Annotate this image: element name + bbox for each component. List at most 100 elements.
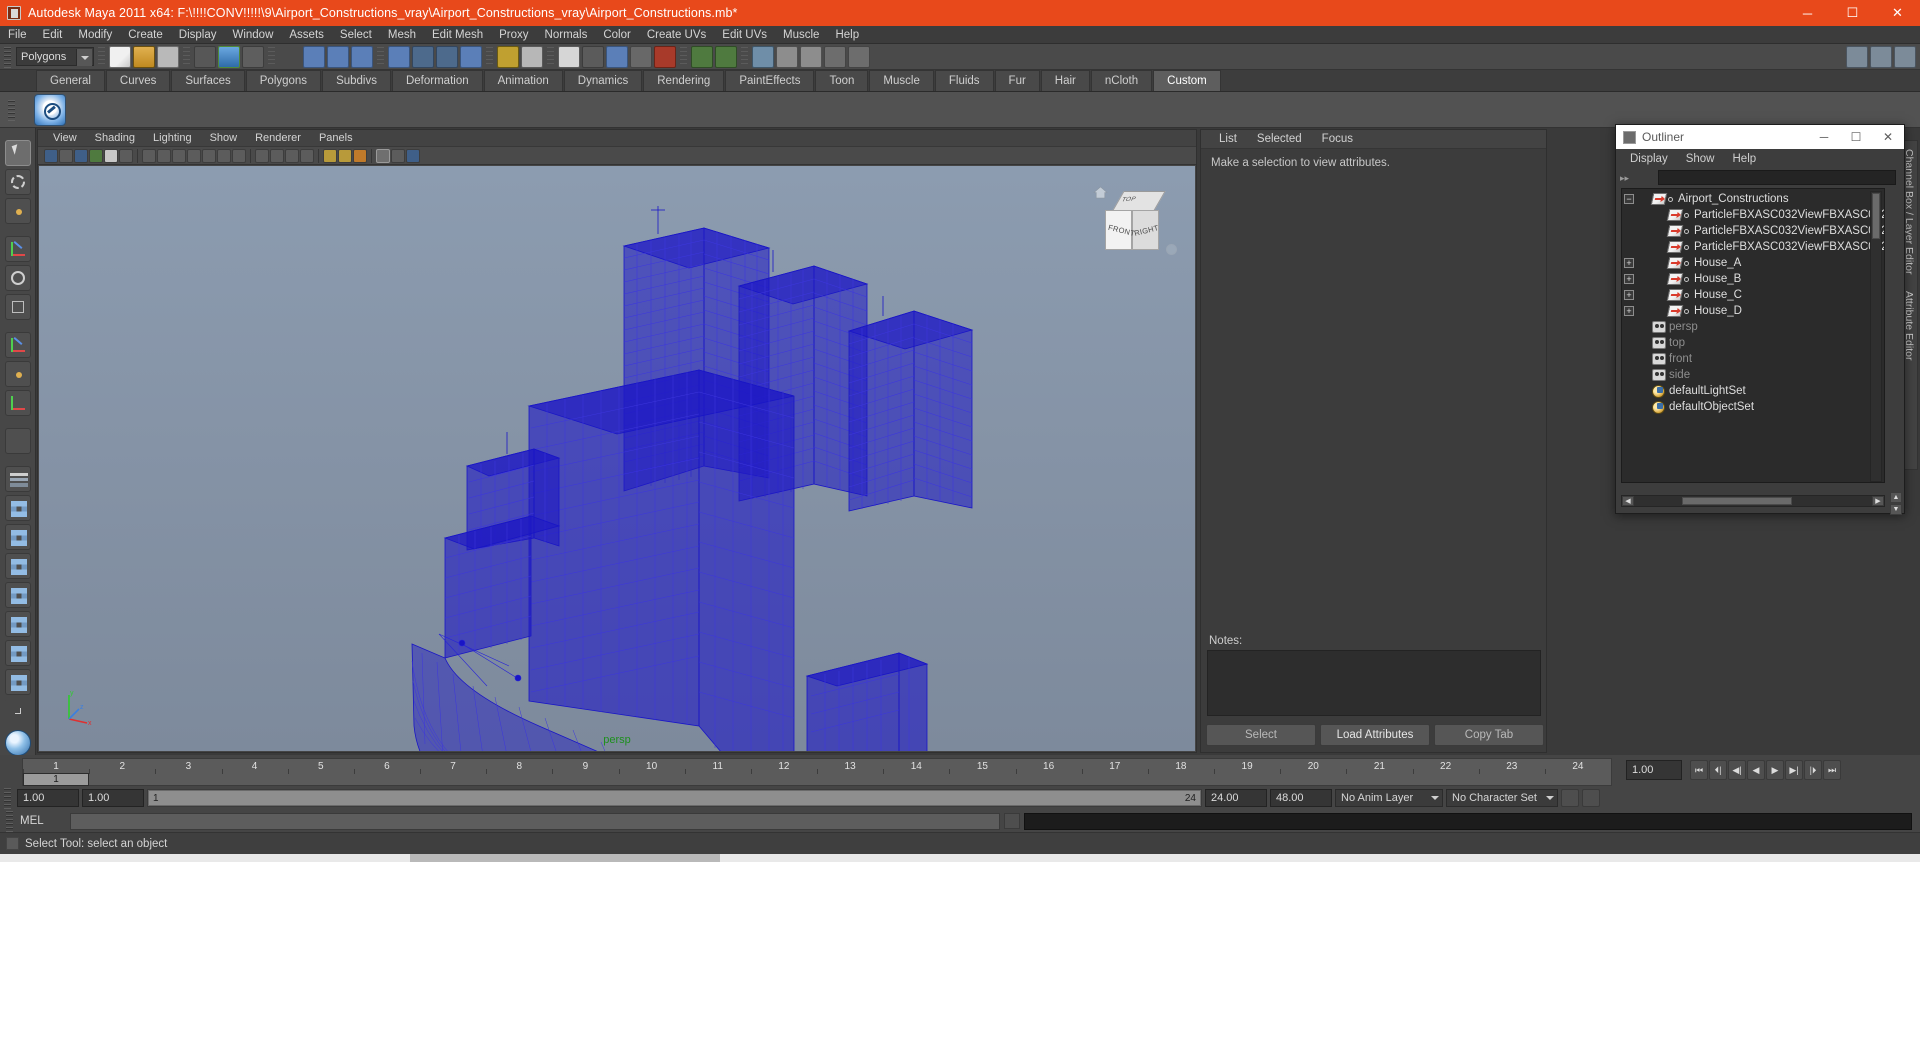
outliner-expand-arrow-icon[interactable]: ▸▸ (1620, 173, 1636, 184)
outliner-item-house-d[interactable]: + House_D (1622, 303, 1884, 319)
view-cube-widget[interactable]: TOP FRONT RIGHT (1087, 186, 1179, 272)
toolbar-gripper-7[interactable] (547, 46, 554, 67)
outliner-item-top[interactable]: top (1622, 335, 1884, 351)
layout-hypershade-button[interactable] (4, 611, 31, 637)
wireframe-shading-icon[interactable] (255, 148, 269, 163)
bookmark-icon[interactable] (89, 148, 103, 163)
show-layer-editor-button[interactable] (824, 45, 846, 68)
menu-create-uvs[interactable]: Create UVs (639, 26, 714, 44)
toolbar-gripper-9[interactable] (741, 46, 748, 67)
soft-modification-tool[interactable] (4, 361, 31, 387)
playback-range-slider[interactable]: 1 24 (147, 789, 1202, 807)
menu-mesh[interactable]: Mesh (380, 26, 424, 44)
safe-action-icon[interactable] (217, 148, 231, 163)
outliner-item-particlefbxasc032viewfbxasc032[interactable]: ParticleFBXASC032ViewFBXASC032 (1622, 223, 1884, 239)
outliner-horizontal-scrollbar[interactable]: ◀ ▶ (1621, 495, 1885, 507)
outliner-item-persp[interactable]: persp (1622, 319, 1884, 335)
menu-proxy[interactable]: Proxy (491, 26, 536, 44)
outliner-scroll-down-button[interactable]: ▼ (1890, 504, 1902, 515)
outliner-close-button[interactable]: ✕ (1872, 125, 1904, 149)
last-tool-used[interactable] (4, 428, 31, 454)
safe-title-icon[interactable] (232, 148, 246, 163)
step-back-frame-button[interactable]: ◀| (1728, 760, 1746, 780)
select-by-hierarchy-button[interactable] (194, 45, 216, 68)
taskbar-active-item[interactable] (410, 854, 720, 862)
show-outliner-button[interactable] (848, 45, 870, 68)
range-end-time-field[interactable]: 24.00 (1205, 789, 1267, 807)
shelf-tab-curves[interactable]: Curves (105, 70, 171, 91)
scale-tool[interactable] (4, 294, 31, 320)
viewport-menu-shading[interactable]: Shading (86, 132, 144, 144)
quick-layout-c-button[interactable] (1894, 45, 1916, 68)
menu-normals[interactable]: Normals (537, 26, 596, 44)
show-grid-button[interactable] (558, 45, 580, 68)
play-backwards-button[interactable]: ◀ (1747, 760, 1765, 780)
channel-box-menu-list[interactable]: List (1209, 133, 1247, 145)
outliner-menu-show[interactable]: Show (1677, 153, 1724, 165)
notes-textarea[interactable] (1207, 650, 1541, 716)
menu-muscle[interactable]: Muscle (775, 26, 827, 44)
step-forward-key-button[interactable]: |⏵ (1804, 760, 1822, 780)
viewport-menu-lighting[interactable]: Lighting (144, 132, 201, 144)
outliner-hscroll-thumb[interactable] (1682, 497, 1792, 505)
outliner-menu-help[interactable]: Help (1724, 153, 1766, 165)
show-attribute-editor-button[interactable] (752, 45, 774, 68)
anim-layer-selector[interactable]: No Anim Layer (1335, 789, 1443, 807)
menu-color[interactable]: Color (595, 26, 638, 44)
range-start-time-field[interactable]: 1.00 (82, 789, 144, 807)
toolbar-gripper[interactable] (4, 45, 11, 68)
command-language-label[interactable]: MEL (20, 815, 66, 827)
menu-assets[interactable]: Assets (281, 26, 332, 44)
gate-mask-icon[interactable] (187, 148, 201, 163)
light-manip-button[interactable] (582, 45, 604, 68)
select-tool[interactable] (4, 140, 31, 166)
show-manipulator-tool[interactable] (4, 390, 31, 416)
playback-speed-field[interactable]: 1.00 (1626, 760, 1682, 780)
toolbar-gripper-6[interactable] (486, 46, 493, 67)
open-hypershade-button[interactable] (497, 45, 519, 68)
show-channel-box-button[interactable] (800, 45, 822, 68)
use-default-lighting-icon[interactable] (323, 148, 337, 163)
universal-manipulator-tool[interactable] (4, 332, 31, 358)
shelf-tab-fur[interactable]: Fur (994, 70, 1040, 91)
shelf-tab-subdivs[interactable]: Subdivs (322, 70, 391, 91)
toolbar-gripper-5[interactable] (377, 46, 384, 67)
rotate-tool[interactable] (4, 265, 31, 291)
lock-camera-icon[interactable] (59, 148, 73, 163)
maximize-button[interactable]: ☐ (1830, 0, 1875, 26)
toolbar-gripper-3[interactable] (183, 46, 190, 67)
copy-tab-button[interactable]: Copy Tab (1434, 724, 1544, 746)
grid-toggle-icon[interactable] (142, 148, 156, 163)
time-slider[interactable]: 1 2 3 4 5 6 7 8 9 10 11 12 13 14 15 16 17 18 19 20 21 22 23 24 … (22, 758, 1612, 786)
go-to-end-button[interactable]: ⏭ (1823, 760, 1841, 780)
collapse-icon[interactable]: − (1624, 194, 1634, 204)
menu-edit[interactable]: Edit (35, 26, 71, 44)
layout-more-button[interactable] (4, 669, 31, 695)
outliner-item-particlefbxasc032viewfbxasc032[interactable]: ParticleFBXASC032ViewFBXASC032 (1622, 207, 1884, 223)
outliner-item-defaultobjectset[interactable]: defaultObjectSet (1622, 399, 1884, 415)
range-slider-gripper[interactable] (4, 787, 11, 809)
layout-two-pane-button[interactable] (4, 524, 31, 550)
channel-box-menu-selected[interactable]: Selected (1247, 133, 1312, 145)
shelf-tab-rendering[interactable]: Rendering (643, 70, 725, 91)
shadows-icon[interactable] (353, 148, 367, 163)
outliner-item-particlefbxasc032viewfbxasc032[interactable]: ParticleFBXASC032ViewFBXASC032 (1622, 239, 1884, 255)
sidebar-toggle-b-button[interactable] (715, 45, 737, 68)
step-back-key-button[interactable]: ⏴| (1709, 760, 1727, 780)
film-gate-icon[interactable] (157, 148, 171, 163)
snap-grid-button[interactable] (303, 45, 325, 68)
select-by-component-type-button[interactable] (242, 45, 264, 68)
expand-icon[interactable]: + (1624, 258, 1634, 268)
shelf-tab-hair[interactable]: Hair (1040, 70, 1090, 91)
outliner-item-front[interactable]: front (1622, 351, 1884, 367)
resolution-gate-icon[interactable] (172, 148, 186, 163)
layout-persp-graph-button[interactable] (4, 640, 31, 666)
field-chart-icon[interactable] (202, 148, 216, 163)
outliner-tree[interactable]: − Airport_Constructions ParticleFBXASC032V… (1621, 188, 1885, 483)
snap-curve-button[interactable] (327, 45, 349, 68)
outliner-scroll-thumb[interactable] (1872, 193, 1880, 239)
lasso-tool[interactable] (4, 169, 31, 195)
channel-box-menu-focus[interactable]: Focus (1312, 133, 1363, 145)
playback-range-bar[interactable]: 1 24 (148, 790, 1201, 806)
toggle-caching-button[interactable] (654, 45, 676, 68)
